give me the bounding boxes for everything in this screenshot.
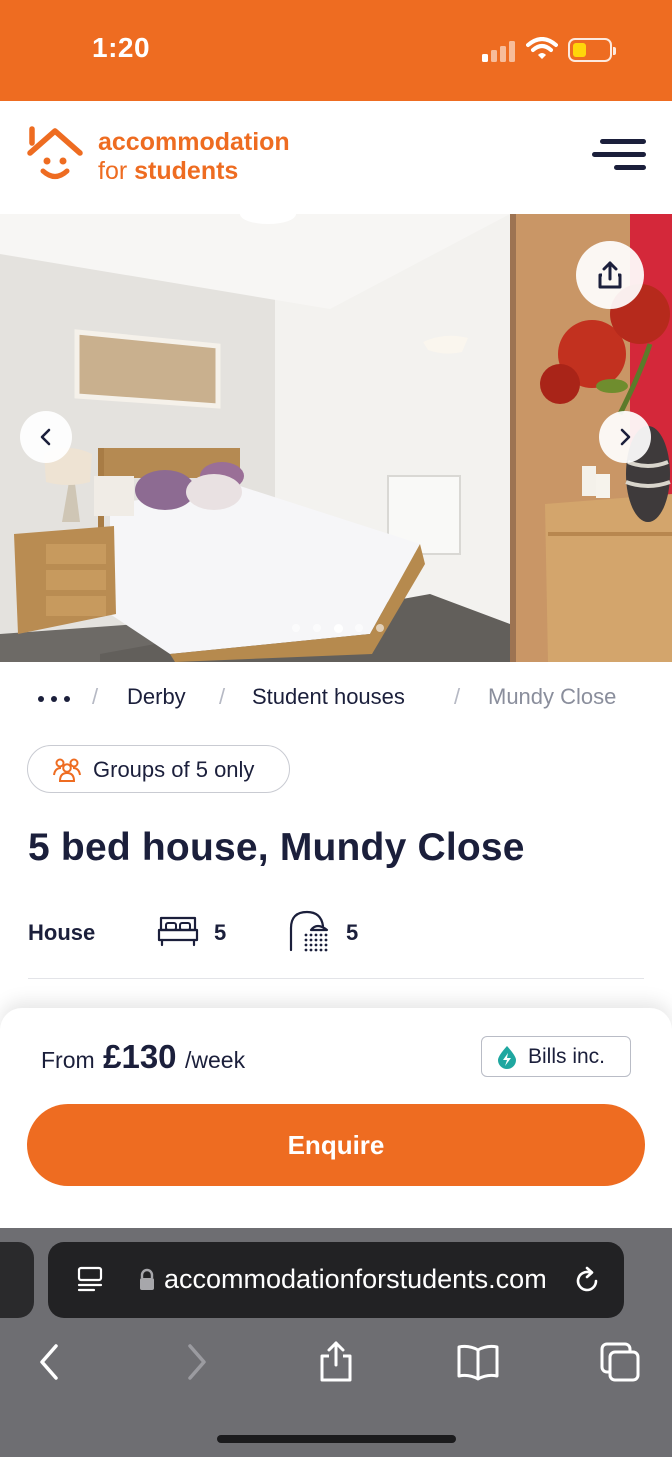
enquire-button[interactable]: Enquire [27,1104,645,1186]
share-icon [598,261,622,289]
chevron-left-icon [40,428,51,446]
photo-gallery[interactable] [0,214,672,662]
gallery-dot[interactable] [292,624,300,632]
price-prefix: From [41,1047,95,1073]
gallery-dot[interactable] [355,624,363,632]
battery-icon [568,38,616,62]
price-row: From £130 /week [41,1038,245,1076]
breadcrumb-more-icon[interactable] [38,696,72,702]
property-type: House [28,920,96,945]
gallery-next-button[interactable] [599,411,651,463]
browser-chrome: accommodationforstudents.com [0,1228,672,1457]
cellular-signal-icon [482,40,518,62]
share-button[interactable] [576,241,644,309]
logo-line-2-bold: students [134,157,239,185]
share-icon[interactable] [314,1340,358,1384]
group-size-label: Groups of 5 only [93,757,255,782]
status-bar: 1:20 [0,0,672,101]
listing-features: House 5 5 [0,908,672,958]
home-indicator[interactable] [217,1435,456,1443]
hamburger-menu-icon[interactable] [592,137,646,173]
previous-tab-preview[interactable] [0,1242,34,1318]
bills-lightning-icon [498,1046,516,1069]
reader-icon[interactable] [76,1266,104,1296]
bedroom-photo [0,214,672,662]
site-header: accommodation for students [0,101,672,214]
group-size-badge: Groups of 5 only [27,745,290,793]
shower-icon [289,910,329,952]
breadcrumb-item-student-houses[interactable]: Student houses [252,684,405,710]
tabs-icon[interactable] [598,1340,642,1384]
logo-line-1: accommodation [98,128,290,156]
logo-wordmark[interactable]: accommodation for students [98,128,290,186]
wifi-icon [526,37,558,59]
breadcrumb-separator: / [454,684,461,709]
bathroom-count: 5 [346,920,359,945]
address-bar[interactable]: accommodationforstudents.com [48,1242,624,1318]
listing-title: 5 bed house, Mundy Close [28,826,525,869]
bills-included-label: Bills inc. [528,1045,606,1068]
bookmarks-icon[interactable] [456,1340,500,1384]
gallery-dot[interactable] [376,624,384,632]
bed-icon [157,916,199,947]
section-divider [28,978,644,979]
breadcrumb-separator: / [92,684,99,709]
gallery-dot-active[interactable] [334,624,343,633]
gallery-prev-button[interactable] [20,411,72,463]
back-icon[interactable] [28,1340,72,1384]
booking-panel: From £130 /week Bills inc. Enquire [0,1008,672,1230]
bedroom-count: 5 [214,920,227,945]
breadcrumb-item-current: Mundy Close [488,684,617,709]
lock-icon [140,1268,154,1290]
breadcrumb: / Derby / Student houses / Mundy Close [0,680,672,716]
breadcrumb-separator: / [219,684,226,709]
chevron-right-icon [620,428,631,446]
price-amount: £130 [103,1038,177,1075]
breadcrumb-item-derby[interactable]: Derby [127,684,186,710]
forward-icon[interactable] [174,1340,218,1384]
group-people-icon [53,758,81,782]
url-value: accommodationforstudents.com [164,1264,547,1294]
status-time: 1:20 [92,32,151,63]
bills-included-badge: Bills inc. [481,1036,631,1077]
price-unit: /week [185,1047,246,1073]
logo-house-icon[interactable] [26,125,84,187]
url-text[interactable]: accommodationforstudents.com [164,1264,584,1298]
logo-line-2-light: for [98,157,128,185]
reload-icon[interactable] [572,1266,602,1296]
gallery-dot[interactable] [313,624,321,632]
gallery-pagination-dots[interactable] [292,624,392,634]
